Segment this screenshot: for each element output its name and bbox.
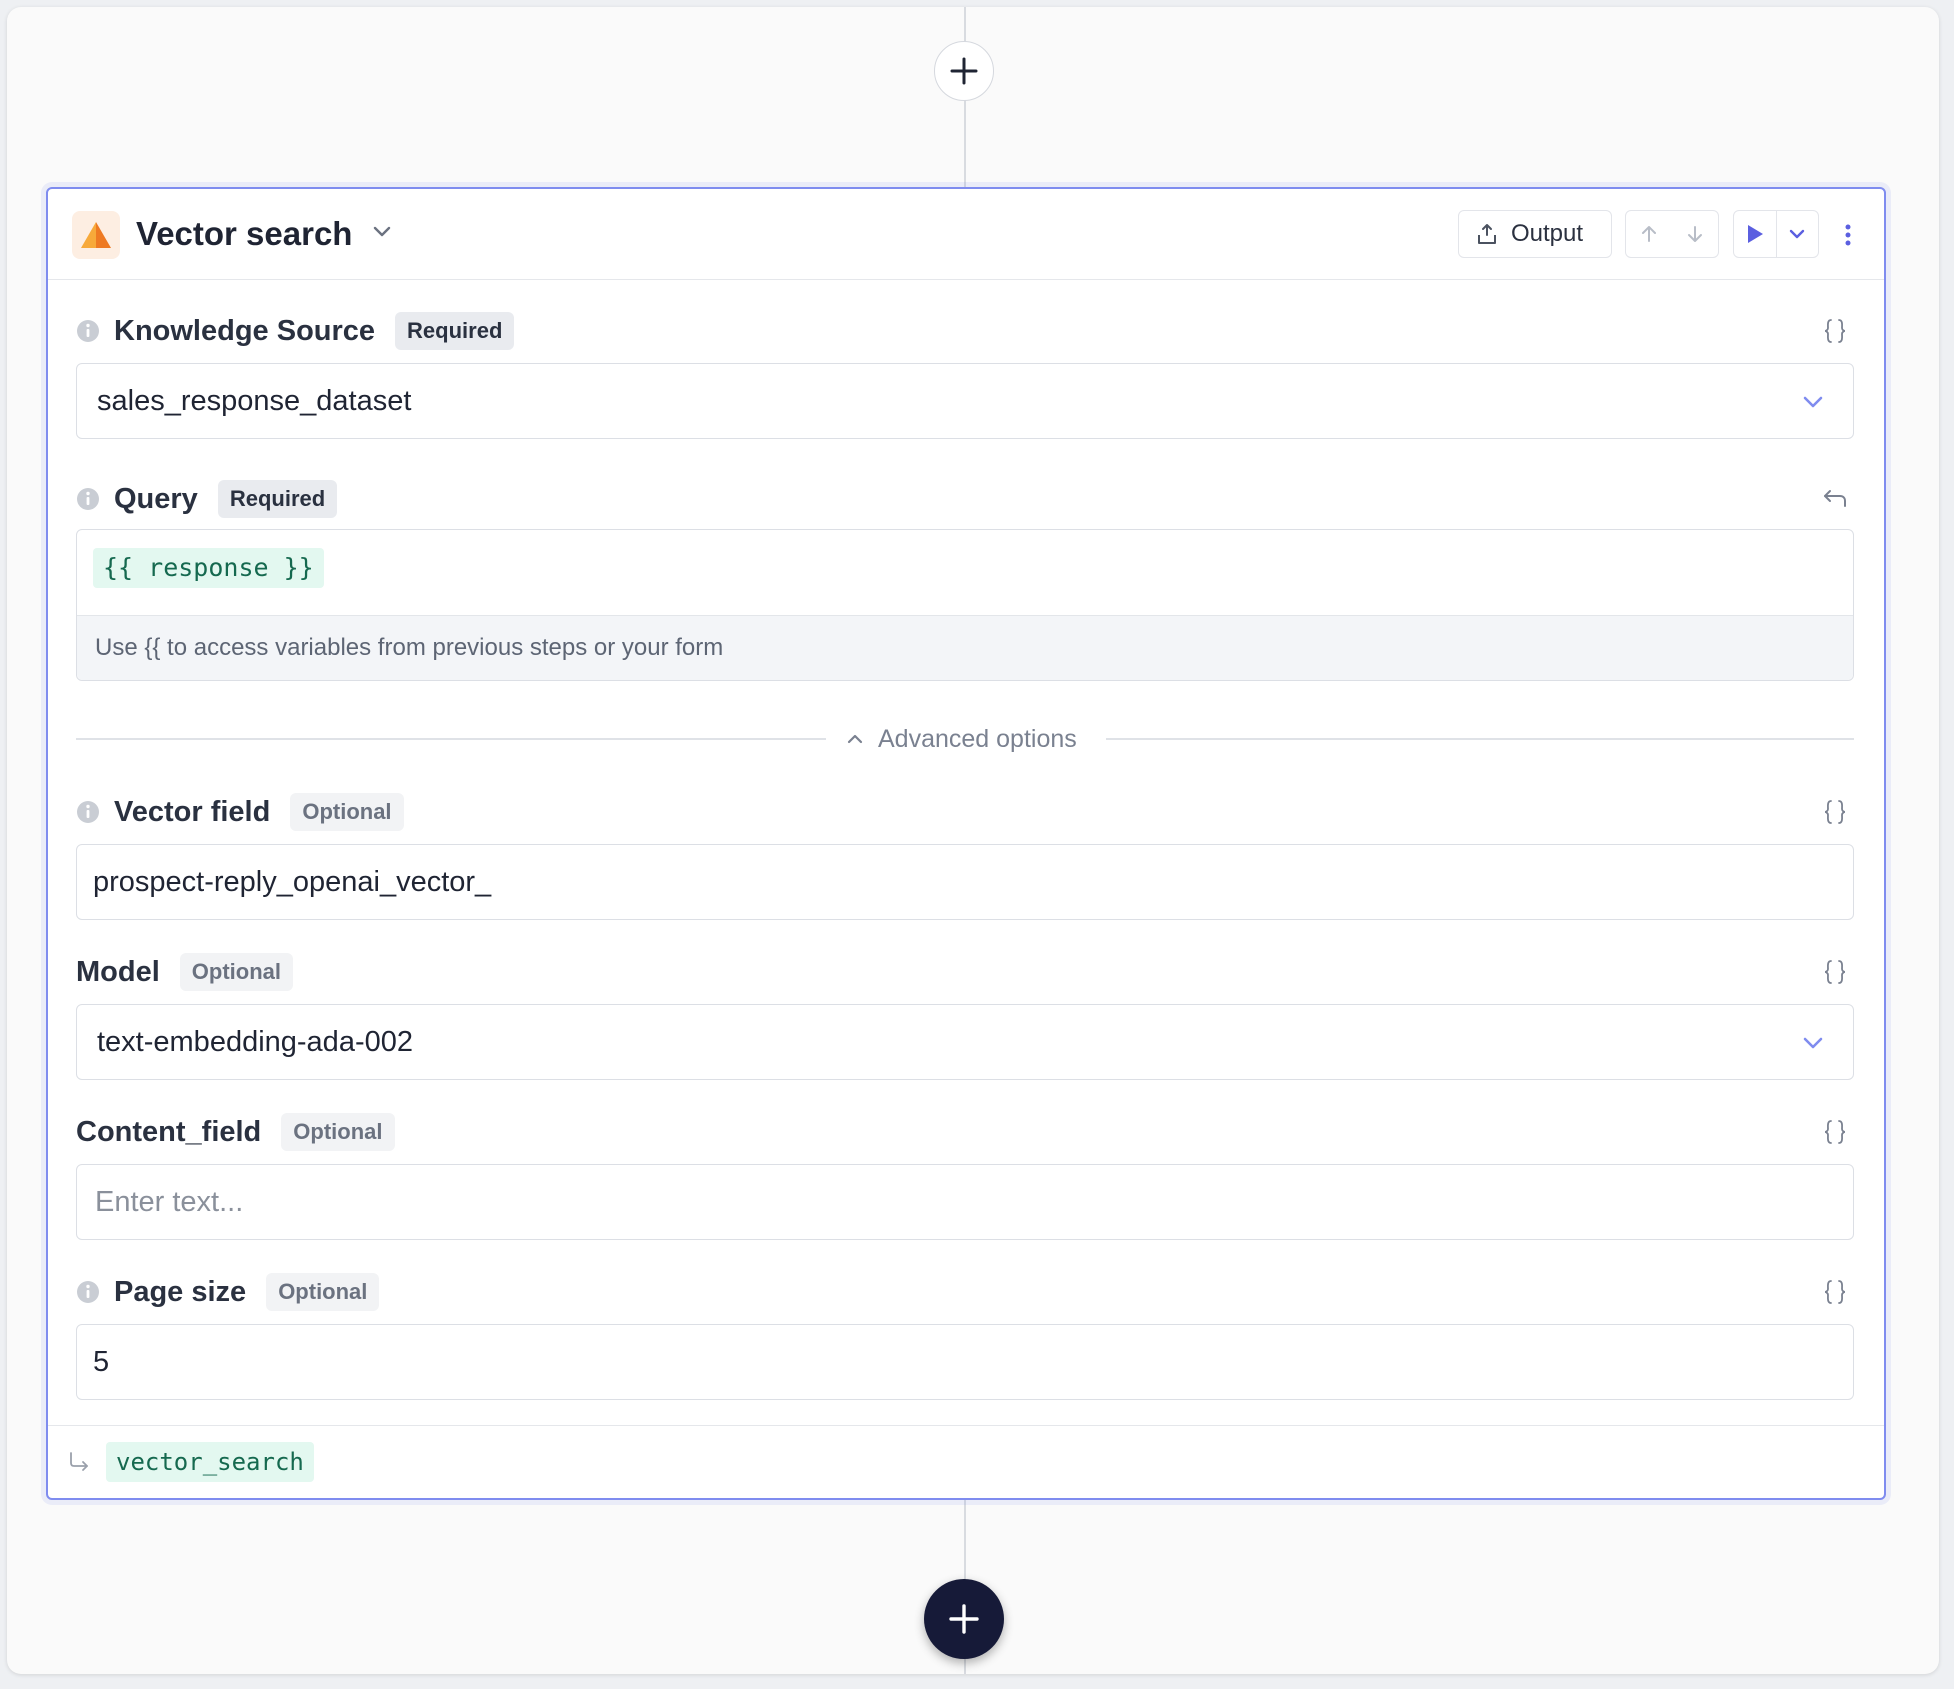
- run-step-button[interactable]: [1734, 211, 1777, 257]
- vector-field-label-row: Vector field Optional: [76, 792, 404, 832]
- add-step-above-button[interactable]: [934, 41, 994, 101]
- arrow-down-icon[interactable]: [1684, 223, 1706, 245]
- output-button[interactable]: Output: [1458, 210, 1612, 258]
- vector-field-input[interactable]: prospect-reply_openai_vector_: [76, 844, 1854, 920]
- vector-field-value: prospect-reply_openai_vector_: [93, 865, 492, 898]
- knowledge-source-label-row: Knowledge Source Required: [76, 311, 515, 351]
- play-icon: [1747, 225, 1763, 243]
- query-variable-chip[interactable]: {{ response }}: [93, 548, 324, 588]
- plus-icon: [949, 1604, 979, 1634]
- add-step-below-button[interactable]: [924, 1579, 1004, 1659]
- model-select[interactable]: text-embedding-ada-002: [76, 1004, 1854, 1080]
- pyramid-icon: [72, 211, 120, 259]
- move-step-group: [1625, 210, 1719, 258]
- info-icon[interactable]: [76, 1280, 100, 1304]
- advanced-options-label: Advanced options: [878, 724, 1077, 753]
- variable-braces-icon[interactable]: [1820, 1277, 1850, 1307]
- chevron-down-icon: [1803, 396, 1823, 408]
- upload-tray-icon: [1478, 224, 1496, 244]
- step-title[interactable]: Vector search: [136, 213, 352, 255]
- optional-badge: Optional: [290, 793, 404, 831]
- optional-badge: Optional: [281, 1113, 395, 1151]
- vertical-dots-icon: [1845, 224, 1851, 246]
- output-button-label: Output: [1511, 220, 1584, 247]
- page-size-value: 5: [93, 1345, 110, 1378]
- variable-braces-icon[interactable]: [1820, 1117, 1850, 1147]
- advanced-options-toggle[interactable]: Advanced options: [846, 719, 1077, 759]
- field-label: Vector field: [114, 795, 271, 828]
- variable-braces-icon[interactable]: [1820, 957, 1850, 987]
- divider-line: [1106, 738, 1854, 740]
- required-badge: Required: [395, 312, 515, 350]
- divider-line: [76, 738, 826, 740]
- field-label: Query: [114, 482, 198, 515]
- field-label: Knowledge Source: [114, 314, 376, 347]
- query-label-row: Query Required: [76, 479, 338, 519]
- info-icon[interactable]: [76, 800, 100, 824]
- content-field-label-row: Content_field Optional: [76, 1112, 395, 1152]
- chevron-down-icon: [1803, 1037, 1823, 1049]
- page-size-label-row: Page size Optional: [76, 1272, 380, 1312]
- output-variable-chip[interactable]: vector_search: [106, 1442, 314, 1482]
- page-size-input[interactable]: 5: [76, 1324, 1854, 1400]
- vector-search-step-card[interactable]: Vector search Output Knowledge Source Re…: [46, 187, 1886, 1500]
- chevron-down-icon[interactable]: [370, 219, 394, 243]
- query-hint: Use {{ to access variables from previous…: [77, 615, 1853, 680]
- content-field-placeholder: Enter text...: [95, 1185, 244, 1218]
- optional-badge: Optional: [266, 1273, 380, 1311]
- content-field-input[interactable]: Enter text...: [76, 1164, 1854, 1240]
- model-value: text-embedding-ada-002: [97, 1025, 413, 1058]
- optional-badge: Optional: [179, 953, 293, 991]
- undo-icon[interactable]: [1820, 484, 1850, 514]
- more-options-button[interactable]: [1838, 215, 1858, 255]
- query-editor[interactable]: {{ response }} Use {{ to access variable…: [76, 529, 1854, 681]
- plus-icon: [950, 57, 978, 85]
- variable-braces-icon[interactable]: [1820, 797, 1850, 827]
- advanced-options-divider: Advanced options: [76, 719, 1854, 759]
- chevron-up-icon: [847, 734, 863, 744]
- run-step-group: [1733, 210, 1819, 258]
- field-label: Content_field: [76, 1115, 262, 1148]
- required-badge: Required: [217, 480, 338, 518]
- info-icon[interactable]: [76, 487, 100, 511]
- return-arrow-icon: [70, 1452, 88, 1471]
- run-options-button[interactable]: [1777, 211, 1819, 257]
- step-output-footer: vector_search: [48, 1425, 1884, 1498]
- field-label: Page size: [114, 1275, 247, 1308]
- model-label-row: Model Optional: [76, 952, 293, 992]
- variable-braces-icon[interactable]: [1820, 316, 1850, 346]
- arrow-up-icon[interactable]: [1638, 223, 1660, 245]
- info-icon[interactable]: [76, 319, 100, 343]
- knowledge-source-select[interactable]: sales_response_dataset: [76, 363, 1854, 439]
- chevron-down-icon: [1790, 229, 1805, 239]
- knowledge-source-value: sales_response_dataset: [97, 384, 412, 417]
- step-header: Vector search Output: [48, 189, 1884, 280]
- field-label: Model: [76, 955, 160, 988]
- workflow-canvas: Vector search Output Knowledge Source Re…: [7, 7, 1939, 1674]
